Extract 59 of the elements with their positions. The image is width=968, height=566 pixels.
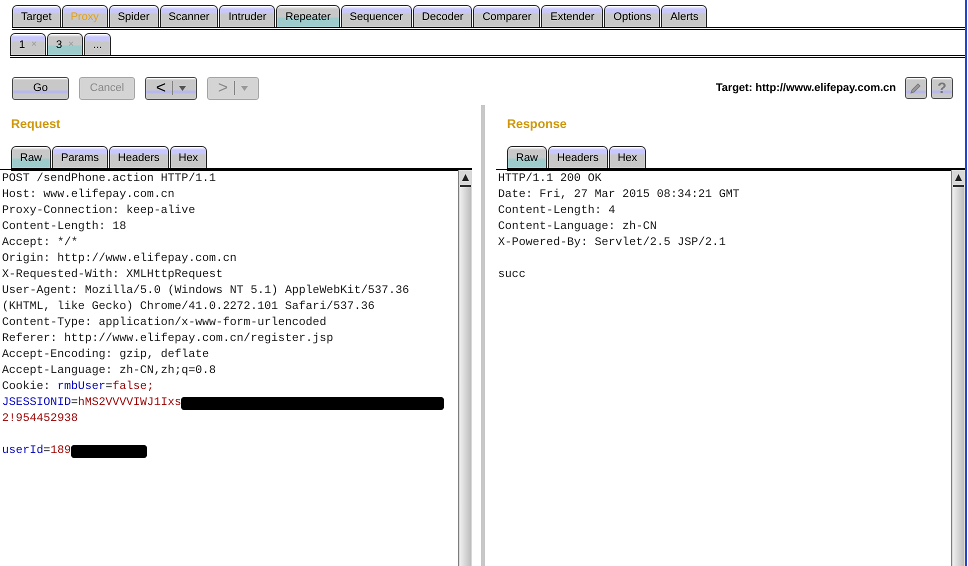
scroll-thumb[interactable] <box>953 185 964 566</box>
tab[interactable]: Alerts <box>661 5 708 27</box>
code-line: succ <box>498 267 526 283</box>
code-line: 2!954452938 <box>2 411 78 427</box>
scroll-thumb[interactable] <box>460 185 471 566</box>
tab[interactable]: Sequencer <box>340 5 412 27</box>
code-line: userId=189 <box>2 443 72 459</box>
edit-button[interactable] <box>905 77 927 99</box>
tab[interactable]: Params <box>52 146 108 168</box>
caret-icon <box>240 86 248 90</box>
code-line: Host: www.elifepay.com.cn <box>2 187 175 203</box>
tab[interactable]: Extender <box>541 5 604 27</box>
scrollbar[interactable] <box>951 170 965 566</box>
tab[interactable]: Spider <box>108 5 158 27</box>
code-line: Cookie: rmbUser=false; <box>2 379 154 395</box>
code-line: Accept-Encoding: gzip, deflate <box>2 347 210 363</box>
tab[interactable]: Raw <box>11 146 52 168</box>
code-line: X-Powered-By: Servlet/2.5 JSP/2.1 <box>498 235 726 251</box>
code-line: JSESSIONID=hMS2VVVVIWJ1Ixs <box>2 395 182 411</box>
target-label: Target: http://www.elifepay.com.cn <box>716 82 896 94</box>
code-line: Content-Length: 4 <box>498 203 616 219</box>
tab[interactable]: Decoder <box>412 5 472 27</box>
tab[interactable]: Raw <box>507 146 548 168</box>
code-line: Origin: http://www.elifepay.com.cn <box>2 251 237 267</box>
tab[interactable]: Hex <box>170 146 208 168</box>
tab[interactable]: Intruder <box>219 5 276 27</box>
code-line: Accept-Language: zh-CN,zh;q=0.8 <box>2 363 216 379</box>
up-arrow-icon <box>462 174 469 181</box>
pane-title: Request <box>10 117 62 133</box>
up-arrow-icon <box>955 174 962 181</box>
go-button[interactable]: Go <box>12 76 69 100</box>
tab[interactable]: Comparer <box>473 5 540 27</box>
tab[interactable]: Hex <box>608 146 646 168</box>
tab[interactable]: Headers <box>108 146 168 168</box>
code-line: Content-Language: zh-CN <box>498 219 657 235</box>
code-line: Accept: */* <box>2 235 78 251</box>
tab[interactable]: 3 × <box>46 33 83 55</box>
tab[interactable]: Repeater <box>276 5 340 27</box>
pencil-icon <box>910 82 922 94</box>
code-line: HTTP/1.1 200 OK <box>498 171 602 187</box>
pane-title: Response <box>506 117 568 133</box>
code-line: Content-Type: application/x-www-form-urlencoded <box>2 315 326 331</box>
scrollbar[interactable] <box>458 170 472 566</box>
caret-icon <box>178 86 186 90</box>
tab[interactable]: Target <box>12 5 61 27</box>
code-line: Referer: http://www.elifepay.com.cn/register.jsp <box>2 331 334 347</box>
code-line: Content-Length: 18 <box>2 219 126 235</box>
code-line: (KHTML, like Gecko) Chrome/41.0.2272.101 Safari/537.36 <box>2 299 375 315</box>
tab[interactable]: ... <box>84 33 112 55</box>
tab[interactable]: Headers <box>548 146 608 168</box>
code-line: User-Agent: Mozilla/5.0 (Windows NT 5.1) AppleWebKit/537.36 <box>2 283 410 299</box>
tab[interactable]: 1 × <box>10 33 46 55</box>
back-button[interactable]: < <box>145 76 197 100</box>
tab[interactable]: Scanner <box>160 5 218 27</box>
code-line: Proxy-Connection: keep-alive <box>2 203 196 219</box>
code-line: Date: Fri, 27 Mar 2015 08:34:21 GMT <box>498 187 740 203</box>
code-line: POST /sendPhone.action HTTP/1.1 <box>2 171 216 187</box>
tab[interactable]: Options <box>604 5 660 27</box>
code-line: X-Requested-With: XMLHttpRequest <box>2 267 223 283</box>
